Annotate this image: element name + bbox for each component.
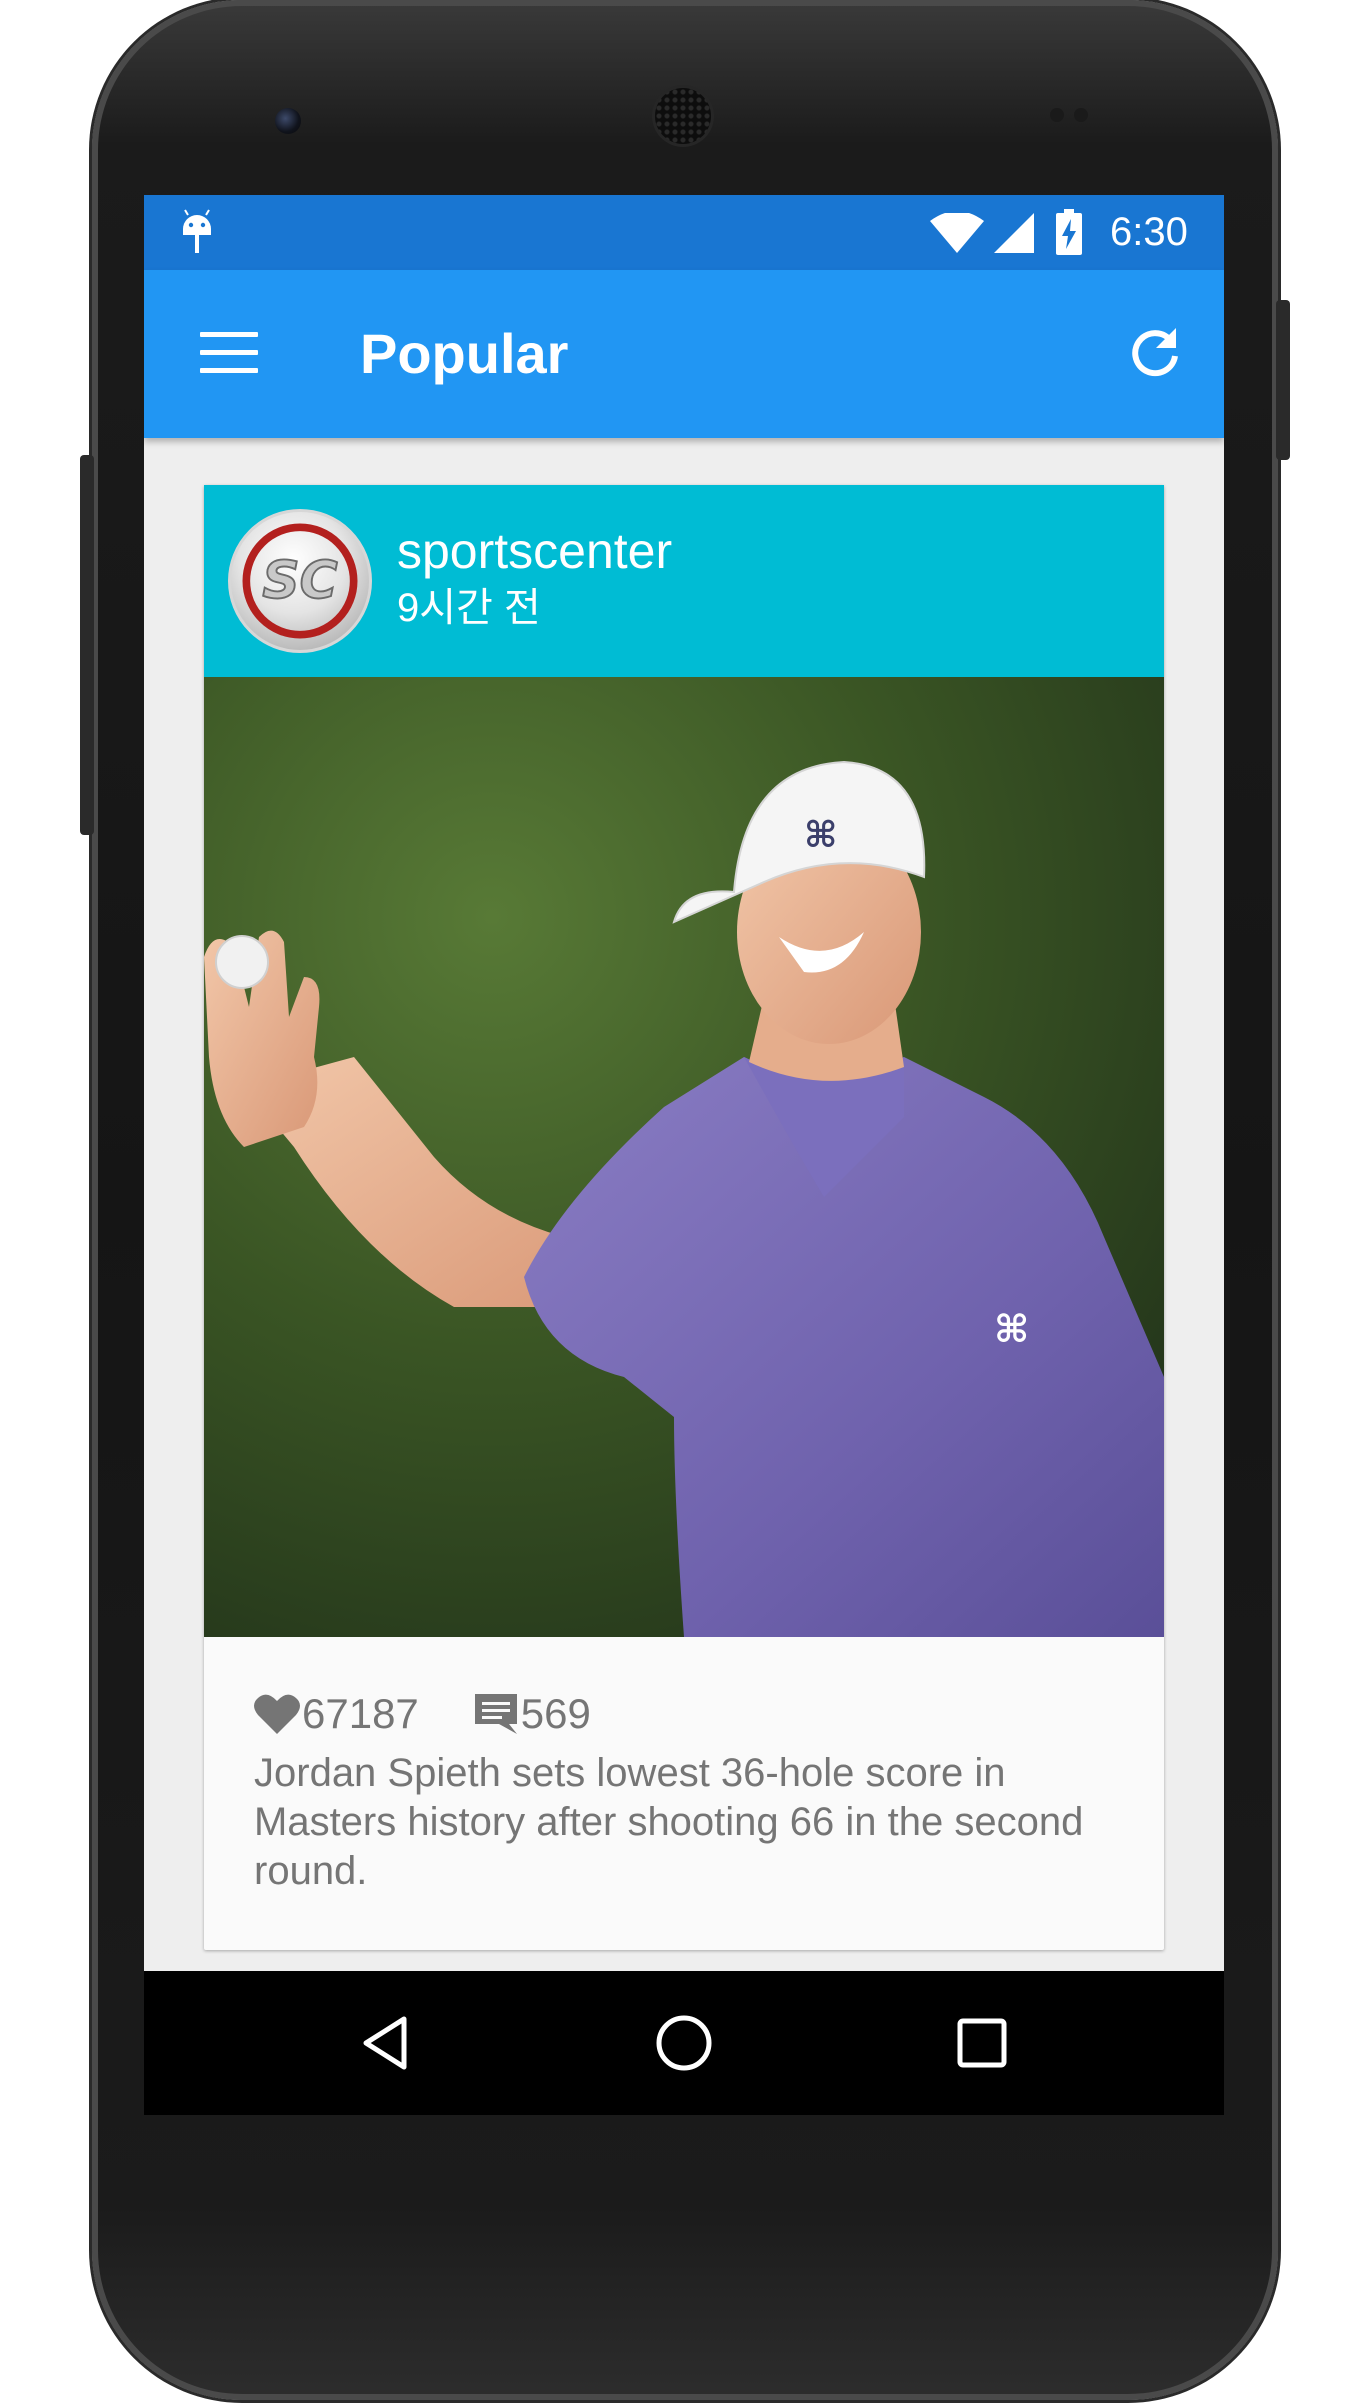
comment-icon xyxy=(474,1694,517,1734)
power-button[interactable] xyxy=(1276,300,1290,460)
svg-text:⌘: ⌘ xyxy=(804,815,837,856)
android-icon xyxy=(183,209,211,253)
post-card[interactable]: SC sportscenter 9시간 전 ⌘ ⌘ 67187 569 Jord… xyxy=(204,485,1164,1950)
post-footer: 67187 569 Jordan Spieth sets lowest 36-h… xyxy=(204,1637,1164,1950)
battery-charging-icon xyxy=(1056,209,1082,255)
svg-text:⌘: ⌘ xyxy=(994,1307,1029,1351)
home-icon[interactable] xyxy=(654,2013,714,2073)
front-camera xyxy=(275,108,301,134)
page-title: Popular xyxy=(360,322,569,385)
back-icon[interactable] xyxy=(356,2013,416,2073)
heart-icon xyxy=(254,1694,300,1734)
svg-text:SC: SC xyxy=(262,551,337,611)
post-username[interactable]: sportscenter xyxy=(397,521,672,581)
clock: 6:30 xyxy=(1110,210,1188,254)
signal-icon xyxy=(994,213,1034,253)
status-bar: 6:30 xyxy=(144,195,1224,270)
avatar[interactable]: SC xyxy=(228,509,372,653)
post-caption: Jordan Spieth sets lowest 36-hole score … xyxy=(254,1751,1084,1893)
volume-button[interactable] xyxy=(80,455,94,835)
comments-stat[interactable]: 569 xyxy=(473,1690,591,1738)
screen: 6:30 Popular SC sportscenter 9시간 전 ⌘ ⌘ 6… xyxy=(144,195,1224,2115)
likes-count: 67187 xyxy=(302,1690,419,1737)
post-timestamp: 9시간 전 xyxy=(397,586,541,630)
recents-icon[interactable] xyxy=(952,2013,1012,2073)
likes-stat[interactable]: 67187 xyxy=(254,1690,419,1738)
earpiece-speaker xyxy=(655,88,711,144)
post-header: SC sportscenter 9시간 전 xyxy=(204,485,1164,677)
sportscenter-logo: SC xyxy=(242,523,358,639)
golfer-photo: ⌘ ⌘ xyxy=(204,677,1164,1637)
comments-count: 569 xyxy=(520,1690,591,1737)
refresh-icon[interactable] xyxy=(1124,322,1186,384)
proximity-sensors xyxy=(1050,108,1110,128)
post-stats: 67187 569 xyxy=(254,1689,645,1739)
navigation-bar xyxy=(144,1971,1224,2115)
post-photo[interactable]: ⌘ ⌘ xyxy=(204,677,1164,1637)
app-bar: Popular xyxy=(144,270,1224,438)
wifi-icon xyxy=(930,213,984,253)
menu-icon[interactable] xyxy=(200,332,258,376)
